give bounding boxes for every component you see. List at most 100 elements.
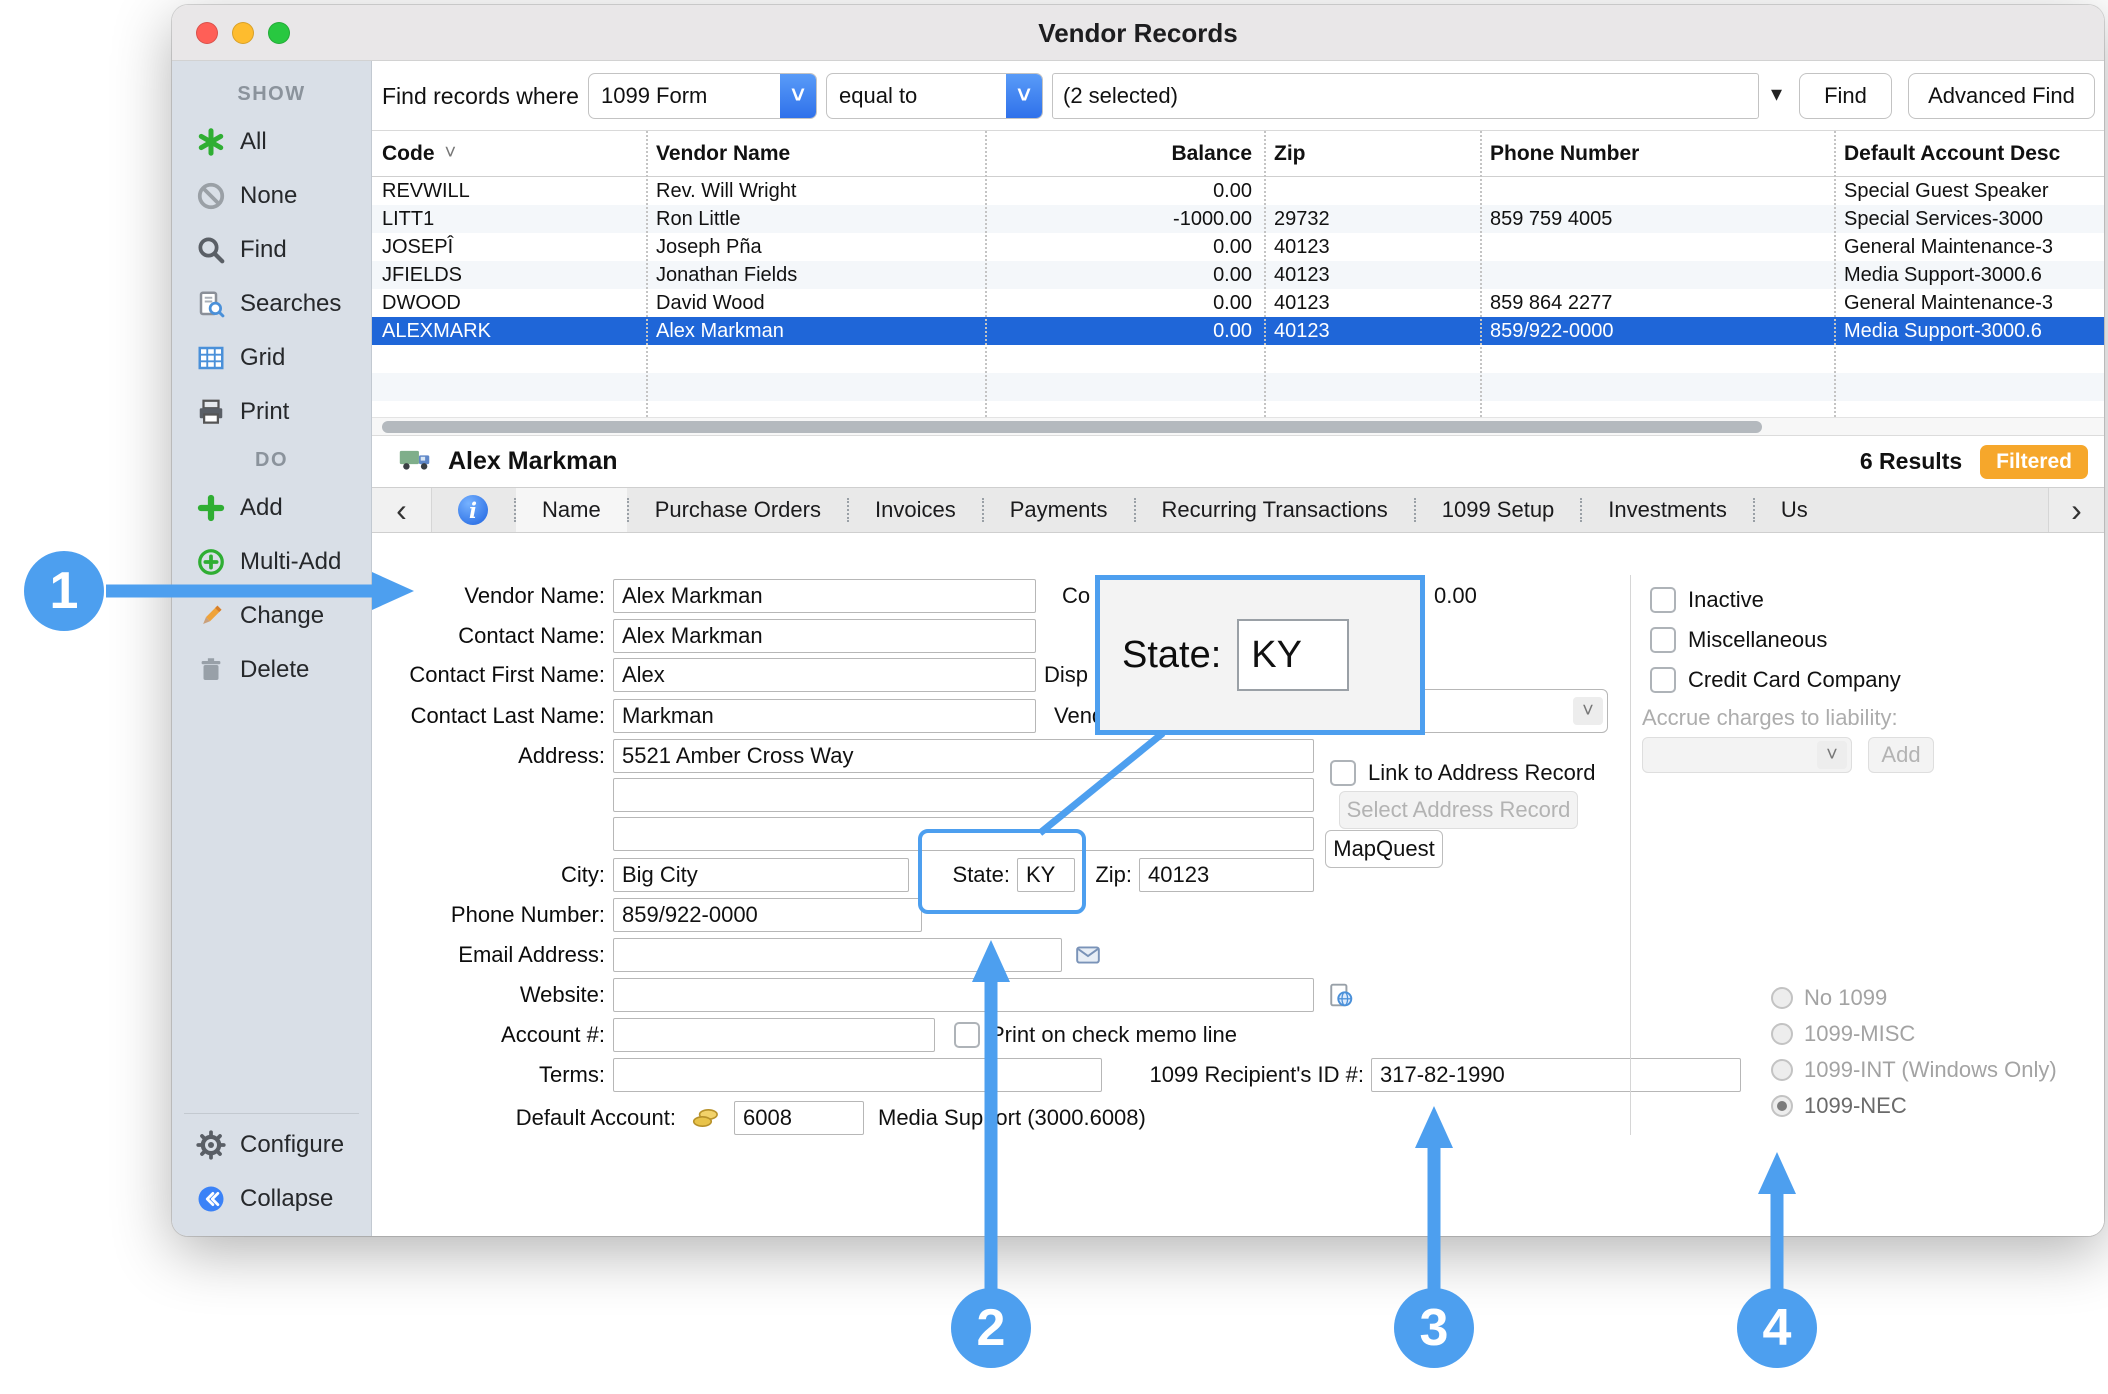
miscellaneous-checkbox[interactable] [1650,627,1676,653]
table-row[interactable]: JOSEPÎ Joseph Pña 0.00 40123 General Mai… [372,233,2104,261]
radio-1099-misc-label: 1099-MISC [1804,1021,1915,1047]
address-line1-input[interactable] [613,739,1314,773]
radio-1099-nec[interactable] [1771,1095,1793,1117]
close-button[interactable] [196,22,218,44]
credit-card-company-checkbox[interactable] [1650,667,1676,693]
tab-info-segment[interactable]: i [432,488,514,532]
minimize-button[interactable] [232,22,254,44]
cell-zip: 40123 [1264,317,1480,345]
tab-investments[interactable]: Investments [1582,488,1753,532]
accrue-add-button[interactable]: Add [1868,737,1934,773]
column-header-vendor-name[interactable]: Vendor Name [646,131,985,176]
link-address-checkbox[interactable] [1330,760,1356,786]
sidebar-item-label: Add [240,494,283,522]
recent-searches-disclosure-icon[interactable]: ▾ [1771,81,1782,107]
tab-invoices[interactable]: Invoices [849,488,982,532]
table-row[interactable]: JFIELDS Jonathan Fields 0.00 40123 Media… [372,261,2104,289]
obscured-label: Co [1062,579,1092,613]
table-row[interactable]: REVWILL Rev. Will Wright 0.00 Special Gu… [372,177,2104,205]
contact-last-name-input[interactable] [613,699,1036,733]
tab-forward-button[interactable]: › [2048,488,2104,532]
find-records-where-label: Find records where [382,61,579,131]
cell-balance: 0.00 [985,317,1264,345]
tab-1099-setup[interactable]: 1099 Setup [1416,488,1581,532]
column-header-phone[interactable]: Phone Number [1480,131,1834,176]
column-header-zip[interactable]: Zip [1264,131,1480,176]
print-memo-checkbox[interactable] [954,1022,980,1048]
plus-icon [196,493,226,523]
column-header-balance[interactable]: Balance [985,131,1264,176]
coins-icon [692,1105,720,1137]
credit-card-company-label: Credit Card Company [1688,663,1948,697]
contact-first-name-input[interactable] [613,658,1036,692]
radio-no-1099[interactable] [1771,987,1793,1009]
sidebar-item-searches[interactable]: Searches [172,277,371,331]
sidebar-item-multi-add[interactable]: Multi-Add [172,535,371,589]
sort-chevron-icon: ˅ [445,142,457,165]
find-operator-dropdown[interactable]: equal to ˅ [826,73,1043,119]
inactive-checkbox[interactable] [1650,587,1676,613]
filtered-badge[interactable]: Filtered [1980,445,2088,479]
city-input[interactable] [613,858,909,892]
email-icon[interactable] [1075,942,1101,974]
default-account-input[interactable] [734,1101,864,1135]
tab-name[interactable]: Name [516,488,627,532]
account-number-input[interactable] [613,1018,935,1052]
cell-phone [1480,177,1834,205]
select-address-record-button[interactable]: Select Address Record [1339,791,1578,829]
cell-code: DWOOD [372,289,646,317]
contact-name-input[interactable] [613,619,1036,653]
asterisk-icon [196,127,226,157]
sidebar: SHOW All None Find [172,61,372,1236]
zoom-button[interactable] [268,22,290,44]
find-field-dropdown[interactable]: 1099 Form ˅ [588,73,817,119]
column-header-code[interactable]: Code ˅ [372,131,646,176]
recipient-id-input[interactable] [1371,1058,1741,1092]
sidebar-item-none[interactable]: None [172,169,371,223]
tab-purchase-orders[interactable]: Purchase Orders [629,488,847,532]
tab-users[interactable]: Us [1755,488,1834,532]
radio-1099-misc[interactable] [1771,1023,1793,1045]
sidebar-item-delete[interactable]: Delete [172,643,371,697]
sidebar-item-find[interactable]: Find [172,223,371,277]
trash-icon [196,655,226,685]
phone-number-input[interactable] [613,898,922,932]
table-row[interactable]: LITT1 Ron Little -1000.00 29732 859 759 … [372,205,2104,233]
contact-first-name-label: Contact First Name: [372,658,605,692]
website-input[interactable] [613,978,1314,1012]
sidebar-item-label: Delete [240,656,309,684]
sidebar-item-configure[interactable]: Configure [172,1118,371,1172]
column-header-account-desc[interactable]: Default Account Desc [1834,131,2104,176]
window-title: Vendor Records [172,5,2104,61]
find-criteria-input[interactable] [1052,73,1759,119]
sidebar-item-change[interactable]: Change [172,589,371,643]
zip-input[interactable] [1139,858,1314,892]
email-address-input[interactable] [613,938,1062,972]
terms-input[interactable] [613,1058,1102,1092]
find-button[interactable]: Find [1799,73,1892,119]
tab-back-button[interactable]: ‹ [372,488,432,532]
sidebar-item-all[interactable]: All [172,115,371,169]
accrue-liability-dropdown[interactable]: ˅ [1642,737,1852,773]
horizontal-scrollbar-thumb[interactable] [382,421,1762,433]
radio-1099-int[interactable] [1771,1059,1793,1081]
city-label: City: [372,858,605,892]
sidebar-item-grid[interactable]: Grid [172,331,371,385]
advanced-find-button[interactable]: Advanced Find [1908,73,2095,119]
sidebar-item-add[interactable]: Add [172,481,371,535]
tab-recurring-transactions[interactable]: Recurring Transactions [1136,488,1414,532]
tab-payments[interactable]: Payments [984,488,1134,532]
website-globe-icon[interactable] [1328,982,1354,1014]
mapquest-button[interactable]: MapQuest [1325,830,1443,868]
address-line2-input[interactable] [613,778,1314,812]
sidebar-spacer [172,697,371,1109]
sidebar-item-label: Configure [240,1131,344,1159]
printer-icon [196,397,226,427]
cell-phone [1480,261,1834,289]
table-row[interactable]: DWOOD David Wood 0.00 40123 859 864 2277… [372,289,2104,317]
sidebar-item-collapse[interactable]: Collapse [172,1172,371,1226]
vendor-name-input[interactable] [613,579,1036,613]
cell-account-desc: General Maintenance-3 [1834,289,2104,317]
table-row-selected[interactable]: ALEXMARK Alex Markman 0.00 40123 859/922… [372,317,2104,345]
sidebar-item-print[interactable]: Print [172,385,371,439]
